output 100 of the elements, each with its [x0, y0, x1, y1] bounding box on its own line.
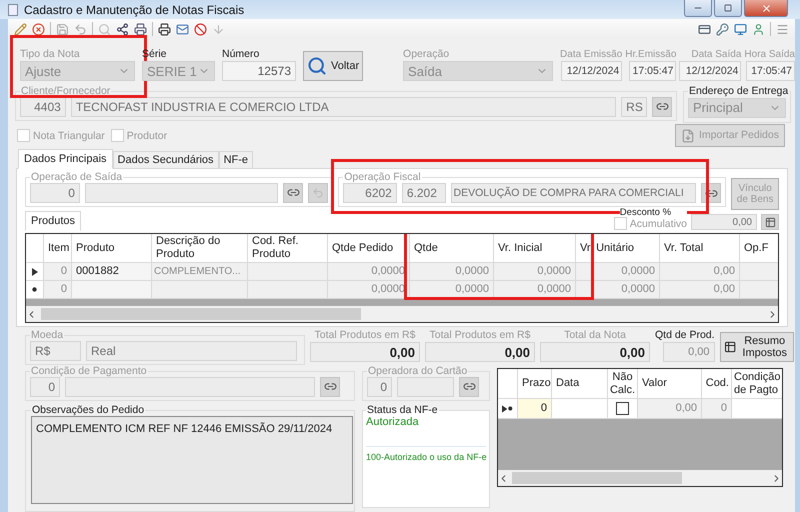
operadora-field[interactable]	[397, 376, 454, 396]
desconto-label: Desconto %	[620, 208, 687, 217]
resumo-impostos-button[interactable]: Resumo Impostos	[720, 332, 794, 362]
printer-icon[interactable]	[158, 22, 171, 36]
status-text: Autorizada	[366, 416, 419, 428]
horizontal-scrollbar[interactable]	[26, 306, 778, 322]
cliente-code-field[interactable]: 4403	[20, 96, 66, 116]
table-cell[interactable]	[608, 399, 638, 419]
date-time-field[interactable]: 17:05:47	[746, 61, 795, 81]
table-cell[interactable]: 0	[518, 399, 552, 419]
row-pointer-icon	[32, 268, 38, 276]
horizontal-scrollbar[interactable]	[498, 470, 782, 486]
maximize-icon	[724, 4, 732, 12]
operadora-code-field[interactable]: 0	[367, 376, 392, 396]
group-label: Endereço de Entrega	[688, 85, 790, 97]
table-cell: 0,0000	[328, 263, 410, 281]
field-label: Total da Nota	[564, 329, 626, 341]
table-cell: 0,0000	[328, 281, 410, 299]
cancel-icon[interactable]	[194, 22, 207, 36]
field-label: Data Emissão	[560, 49, 622, 60]
total-field[interactable]: 0,00	[425, 342, 535, 362]
new-row-icon	[508, 406, 513, 411]
operacao-fiscal-field[interactable]: DEVOLUÇÃO DE COMPRA PARA COMERCIALI	[450, 183, 696, 203]
tab[interactable]: Dados Principais	[18, 149, 113, 169]
moeda-name-field[interactable]: Real	[86, 340, 297, 360]
table-cell: 0,00	[660, 263, 740, 281]
table-cell[interactable]	[552, 399, 608, 419]
total-field[interactable]: 0,00	[540, 342, 650, 362]
table-cell: 0,00	[660, 281, 740, 299]
lookup-button[interactable]	[283, 182, 304, 202]
checkbox-label: Acumulativo	[630, 218, 687, 230]
group-label: Operação Fiscal	[343, 171, 422, 183]
field-label: Data Saída	[691, 49, 742, 60]
field-label: Total Produtos em R$	[430, 329, 530, 341]
card-icon[interactable]	[698, 22, 711, 36]
date-time-field[interactable]: 17:05:47	[629, 61, 676, 81]
network-icon[interactable]	[116, 22, 129, 36]
field-label: Hr.Emissão	[625, 49, 676, 60]
table-cell: 0,0000	[410, 263, 494, 281]
table-cell: 0,00	[638, 399, 702, 419]
date-time-field[interactable]: 12/12/2024	[679, 61, 742, 81]
table-cell	[740, 281, 778, 299]
cfop-code-field[interactable]: 6202	[343, 183, 397, 203]
group-label: Observações do Pedido	[31, 404, 146, 416]
tab[interactable]: NF-e	[218, 151, 254, 169]
user-icon[interactable]	[752, 22, 765, 36]
lookup-button[interactable]	[459, 376, 479, 396]
save-icon[interactable]	[56, 22, 69, 36]
uf-field[interactable]: RS	[621, 96, 648, 116]
table-cell: 0,0000	[576, 281, 660, 299]
printer-icon[interactable]	[134, 22, 147, 36]
calculator-button[interactable]	[761, 214, 779, 230]
table-cell: 0,0000	[494, 263, 576, 281]
table-cell: 0,0000	[576, 263, 660, 281]
produtos-tab[interactable]: Produtos	[25, 211, 82, 231]
tab[interactable]: Dados Secundários	[112, 151, 219, 169]
minimize-button[interactable]	[684, 0, 712, 17]
condicao-code-field[interactable]: 0	[30, 376, 60, 396]
table-cell	[740, 263, 778, 281]
edit-icon[interactable]	[14, 22, 27, 36]
operacao-saida-field[interactable]	[84, 182, 278, 202]
close-icon	[760, 2, 772, 14]
observacoes-text-area[interactable]: COMPLEMENTO ICM REF NF 12446 EMISSÃO 29/11/2024	[31, 416, 353, 504]
condicao-field[interactable]	[65, 376, 315, 396]
maximize-button[interactable]	[714, 0, 742, 17]
lookup-button[interactable]	[320, 376, 340, 396]
checkbox-label: Nota Triangular	[33, 130, 105, 142]
field-label: Total Produtos em R$	[314, 329, 416, 341]
field-label: Tipo da Nota	[20, 48, 81, 60]
grid-icon	[764, 216, 776, 228]
table-cell: COMPLEMENTO...	[152, 263, 248, 281]
undo-icon[interactable]	[74, 22, 87, 36]
monitor-icon[interactable]	[734, 22, 747, 36]
desconto-field[interactable]: 0,00	[691, 214, 757, 230]
date-time-field[interactable]: 12/12/2024	[561, 61, 622, 81]
total-field[interactable]: 0,00	[310, 342, 420, 362]
close-icon[interactable]	[32, 22, 45, 36]
voltar-button[interactable]: Voltar	[303, 51, 364, 81]
numero-field[interactable]: 12573	[222, 61, 296, 81]
checkbox[interactable]	[616, 402, 629, 415]
group-label: Status da NF-e	[366, 404, 439, 416]
group-label: Condição de Pagamento	[30, 365, 148, 377]
new-row-icon	[32, 287, 37, 292]
moeda-code-field[interactable]: R$	[30, 340, 81, 360]
table-cell: 0	[44, 263, 72, 281]
lookup-button[interactable]	[652, 96, 672, 116]
status-message: 100-Autorizado o uso da NF-e	[366, 452, 487, 462]
operacao-saida-code-field[interactable]: 0	[30, 182, 80, 202]
key-icon[interactable]	[716, 22, 729, 36]
refresh-icon	[312, 186, 324, 198]
close-button[interactable]	[744, 0, 788, 17]
cfop-field[interactable]: 6.202	[402, 183, 446, 203]
field-label: Qtd de Prod.	[655, 329, 715, 341]
checkbox-label: Produtor	[126, 130, 168, 142]
menu-icon[interactable]	[776, 22, 789, 36]
cliente-name-field[interactable]: TECNOFAST INDUSTRIA E COMERCIO LTDA	[70, 96, 616, 116]
search-icon[interactable]	[98, 22, 111, 36]
field-label: Operação	[403, 48, 450, 60]
group-label: Operação de Saída	[30, 171, 124, 183]
mail-icon[interactable]	[176, 22, 189, 36]
